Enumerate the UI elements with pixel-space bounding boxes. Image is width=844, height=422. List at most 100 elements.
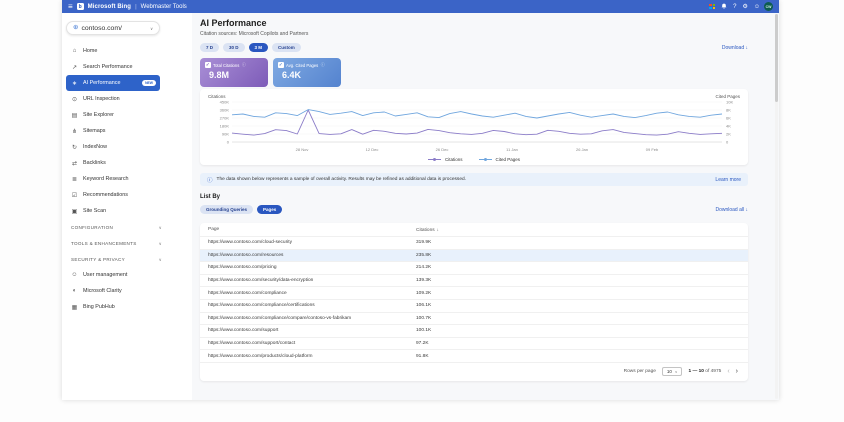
- table-row[interactable]: https://www.contoso.com/compliance/compa…: [200, 312, 748, 325]
- page-url[interactable]: https://www.contoso.com/cloud-security: [208, 240, 416, 245]
- metric-card-avg-cited-pages[interactable]: ✓Avg. Cited Pagesⓘ6.4K: [273, 58, 341, 87]
- rows-per-page-select[interactable]: 10 ∨: [662, 367, 683, 376]
- metric-cards: ✓Total Citationsⓘ9.8M✓Avg. Cited Pagesⓘ6…: [200, 58, 748, 87]
- sidebar-item-user-management[interactable]: ☺User management: [66, 267, 160, 283]
- legend-item-cited-pages[interactable]: Cited Pages: [479, 157, 521, 162]
- download-icon: ↓: [746, 45, 749, 51]
- page-url[interactable]: https://www.contoso.com/compliance/compa…: [208, 316, 416, 321]
- page-url[interactable]: https://www.contoso.com/products/cloud-p…: [208, 354, 416, 359]
- top-bar: ≡ b Microsoft Bing | Webmaster Tools ?⚙☺…: [62, 0, 779, 13]
- sidebar-item-backlinks[interactable]: ⇄Backlinks: [66, 155, 160, 171]
- site-scan-icon: ▣: [71, 208, 78, 215]
- page-url[interactable]: https://www.contoso.com/compliance/certi…: [208, 303, 416, 308]
- new-badge: NEW: [142, 80, 156, 86]
- citations-chart[interactable]: 450K10K360K8K270K6K180K4K90K2K0028 Nov12…: [208, 100, 748, 156]
- metric-checkbox[interactable]: ✓: [205, 62, 211, 68]
- vertical-scrollbar[interactable]: [775, 14, 778, 399]
- metric-checkbox[interactable]: ✓: [278, 62, 284, 68]
- column-header-page[interactable]: Page: [208, 227, 416, 232]
- table-row[interactable]: https://www.contoso.com/support100.1K: [200, 324, 748, 337]
- svg-text:26 Jan: 26 Jan: [576, 147, 588, 152]
- sidebar-section-configuration[interactable]: CONFIGURATION∨: [66, 219, 166, 235]
- sidebar-item-site-explorer[interactable]: ▤Site Explorer: [66, 107, 160, 123]
- legend-marker: [479, 159, 492, 160]
- sidebar-item-recommendations[interactable]: ☑Recommendations: [66, 187, 160, 203]
- date-range-chip-7-d[interactable]: 7 D: [200, 43, 219, 52]
- notifications-bell-icon[interactable]: [721, 3, 727, 11]
- sidebar-item-sitemaps[interactable]: ⋔Sitemaps: [66, 123, 160, 139]
- sidebar-extra-menu: ☺User management◐Microsoft Clarity▦Bing …: [66, 267, 192, 315]
- svg-text:90K: 90K: [222, 131, 229, 136]
- page-title: AI Performance: [200, 18, 748, 28]
- date-range-chips: 7 D 30 D 3 MCustom: [200, 43, 301, 52]
- page-url[interactable]: https://www.contoso.com/resources: [208, 253, 416, 258]
- sidebar-item-ai-performance[interactable]: ∗AI PerformanceNEW: [66, 75, 160, 91]
- sidebar-item-label: URL Inspection: [83, 96, 120, 102]
- list-by-tabs: Grounding Queries Pages: [200, 205, 282, 214]
- metric-card-total-citations[interactable]: ✓Total Citationsⓘ9.8M: [200, 58, 268, 87]
- right-axis-title: Cited Pages: [715, 94, 740, 99]
- sidebar-item-search-performance[interactable]: ↗Search Performance: [66, 59, 160, 75]
- table-row[interactable]: https://www.contoso.com/cloud-security31…: [200, 236, 748, 249]
- pages-table: Page Citations↓ https://www.contoso.com/…: [200, 223, 748, 381]
- previous-page-button[interactable]: ‹: [727, 368, 729, 375]
- date-range-chip-30-d[interactable]: 30 D: [223, 43, 245, 52]
- sidebar-item-url-inspection[interactable]: ⊙ URL Inspection: [66, 91, 160, 107]
- next-page-button[interactable]: ›: [736, 368, 738, 375]
- table-row[interactable]: https://www.contoso.com/compliance/certi…: [200, 299, 748, 312]
- sidebar-item-site-scan[interactable]: ▣Site Scan: [66, 203, 160, 219]
- svg-text:6K: 6K: [726, 115, 731, 120]
- table-row[interactable]: https://www.contoso.com/security/data-en…: [200, 274, 748, 287]
- sidebar-section-security-privacy[interactable]: SECURITY & PRIVACY∨: [66, 251, 166, 267]
- sidebar-item-bing-pubhub[interactable]: ▦Bing PubHub: [66, 299, 160, 315]
- column-header-citations[interactable]: Citations↓: [416, 227, 740, 233]
- table-row[interactable]: https://www.contoso.com/products/cloud-p…: [200, 349, 748, 362]
- sidebar-item-label: Site Explorer: [83, 112, 114, 118]
- scrollbar-thumb[interactable]: [775, 14, 778, 102]
- svg-text:2K: 2K: [726, 131, 731, 136]
- site-selector[interactable]: ⊕ contoso.com/ ∨: [66, 21, 160, 35]
- page-url[interactable]: https://www.contoso.com/support: [208, 328, 416, 333]
- sidebar-item-microsoft-clarity[interactable]: ◐Microsoft Clarity: [66, 283, 160, 299]
- sidebar-item-home[interactable]: ⌂Home: [66, 43, 160, 59]
- microsoft-clarity-icon: ◐: [71, 288, 78, 294]
- sidebar-item-label: Recommendations: [83, 192, 128, 198]
- citations-value: 139.3K: [416, 278, 740, 283]
- ms-apps-icon[interactable]: [709, 4, 715, 10]
- table-row[interactable]: https://www.contoso.com/pricing214.2K: [200, 261, 748, 274]
- table-body: https://www.contoso.com/cloud-security31…: [200, 236, 748, 362]
- rows-per-page-label: Rows per page: [624, 369, 656, 374]
- date-range-chip-custom[interactable]: Custom: [272, 43, 301, 52]
- product-name: Webmaster Tools: [141, 4, 187, 10]
- hamburger-menu-icon[interactable]: ≡: [68, 3, 73, 11]
- url-inspection-icon: ⊙: [71, 96, 78, 103]
- legend-item-citations[interactable]: Citations: [428, 157, 463, 162]
- page-url[interactable]: https://www.contoso.com/pricing: [208, 265, 416, 270]
- list-by-tab-grounding-queries[interactable]: Grounding Queries: [200, 205, 253, 214]
- sidebar-section-tools-enhancements[interactable]: TOOLS & ENHANCEMENTS∨: [66, 235, 166, 251]
- page-url[interactable]: https://www.contoso.com/security/data-en…: [208, 278, 416, 283]
- list-by-tab-pages[interactable]: Pages: [257, 205, 282, 214]
- sidebar-item-indexnow[interactable]: ↻IndexNow: [66, 139, 160, 155]
- feedback-icon[interactable]: ☺: [754, 4, 760, 10]
- keyword-research-icon: ≣: [71, 176, 78, 183]
- download-button[interactable]: Download ↓: [722, 45, 748, 51]
- info-icon: ⓘ: [321, 62, 325, 68]
- metric-value: 6.4K: [278, 70, 337, 80]
- citations-value: 91.8K: [416, 354, 740, 359]
- pagination-range: 1 — 10 of 4975: [688, 369, 721, 374]
- table-row[interactable]: https://www.contoso.com/resources235.8K: [200, 249, 748, 262]
- table-row[interactable]: https://www.contoso.com/support/contact9…: [200, 337, 748, 350]
- table-row[interactable]: https://www.contoso.com/compliance109.2K: [200, 286, 748, 299]
- left-axis-title: Citations: [208, 94, 226, 99]
- settings-gear-icon[interactable]: ⚙: [742, 4, 747, 10]
- download-all-button[interactable]: Download all ↓: [715, 207, 748, 213]
- learn-more-link[interactable]: Learn more: [715, 177, 741, 183]
- help-icon[interactable]: ?: [733, 4, 736, 10]
- sidebar: ⊕ contoso.com/ ∨ ⌂Home↗Search Performanc…: [62, 13, 192, 400]
- date-range-chip-3-m[interactable]: 3 M: [249, 43, 269, 52]
- page-url[interactable]: https://www.contoso.com/support/contact: [208, 341, 416, 346]
- sidebar-item-keyword-research[interactable]: ≣Keyword Research: [66, 171, 160, 187]
- user-avatar[interactable]: CW: [764, 2, 773, 11]
- page-url[interactable]: https://www.contoso.com/compliance: [208, 291, 416, 296]
